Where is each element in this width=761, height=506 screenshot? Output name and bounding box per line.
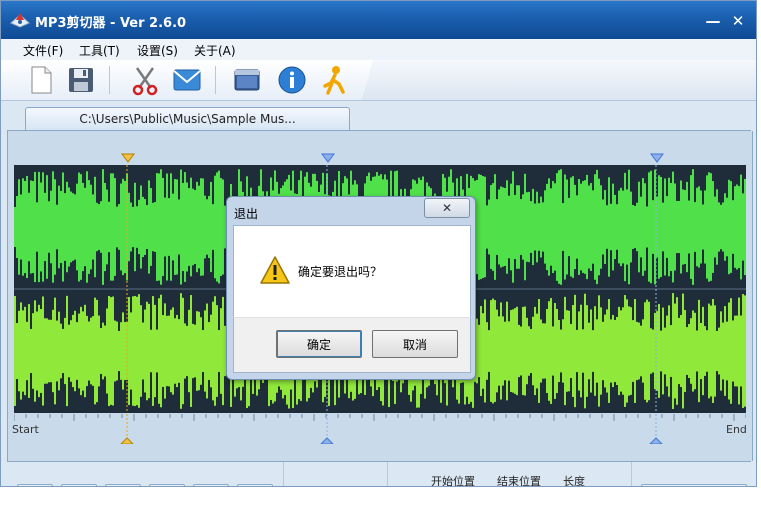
tab-current-file[interactable]: C:\Users\Public\Music\Sample Mus... [25, 107, 350, 132]
file-tabs: C:\Users\Public\Music\Sample Mus... [1, 101, 756, 132]
time-ruler [14, 414, 746, 444]
panel-divider [387, 462, 388, 486]
control-button[interactable] [237, 484, 273, 486]
email-icon[interactable] [171, 64, 203, 96]
dialog-title: 退出 [234, 207, 259, 221]
cancel-button[interactable]: 取消 [372, 330, 458, 358]
menu-about[interactable]: 关于(A) [194, 42, 236, 59]
ok-button[interactable]: 确定 [276, 330, 362, 358]
close-button[interactable]: ✕ [730, 13, 746, 29]
end-position-header: 结束位置 [497, 475, 541, 487]
control-button[interactable] [193, 484, 229, 486]
save-icon[interactable] [65, 64, 97, 96]
app-logo-icon [10, 13, 30, 28]
toolbar-separator [215, 66, 216, 94]
selection-end-handle[interactable] [650, 153, 664, 163]
bottom-control-panel: 开始位置 结束位置 长度 [7, 461, 751, 487]
control-button[interactable] [641, 484, 747, 486]
runner-icon[interactable] [319, 64, 351, 96]
warning-icon [260, 256, 290, 284]
ruler-end-label: End [726, 423, 747, 436]
selection-start-handle[interactable] [321, 153, 335, 163]
length-header: 长度 [563, 475, 585, 487]
window-icon[interactable] [231, 64, 263, 96]
ruler-start-label: Start [12, 423, 39, 436]
title-bar[interactable]: MP3剪切器 - Ver 2.6.0 — ✕ [1, 1, 756, 39]
window-title: MP3剪切器 - Ver 2.6.0 [35, 16, 187, 31]
exit-confirm-dialog: 退出 ✕ 确定要退出吗？ 确定 取消 [226, 196, 476, 380]
cut-scissors-icon[interactable] [129, 64, 161, 96]
control-button[interactable] [105, 484, 141, 486]
dialog-message: 确定要退出吗？ [298, 265, 383, 279]
minimize-button[interactable]: — [705, 13, 721, 29]
panel-divider [631, 462, 632, 486]
control-button[interactable] [149, 484, 185, 486]
dialog-close-button[interactable]: ✕ [424, 198, 470, 218]
start-marker-handle[interactable] [121, 153, 135, 163]
menu-tools[interactable]: 工具(T) [79, 42, 120, 59]
start-position-header: 开始位置 [431, 475, 475, 487]
new-file-icon[interactable] [25, 64, 57, 96]
control-button[interactable] [61, 484, 97, 486]
menu-bar: 文件(F) 工具(T) 设置(S) 关于(A) [1, 39, 756, 61]
panel-divider [283, 462, 284, 486]
control-button[interactable] [17, 484, 53, 486]
menu-file[interactable]: 文件(F) [23, 42, 63, 59]
menu-settings[interactable]: 设置(S) [137, 42, 178, 59]
toolbar [1, 60, 756, 101]
info-icon[interactable] [276, 64, 308, 96]
toolbar-separator [109, 66, 110, 94]
